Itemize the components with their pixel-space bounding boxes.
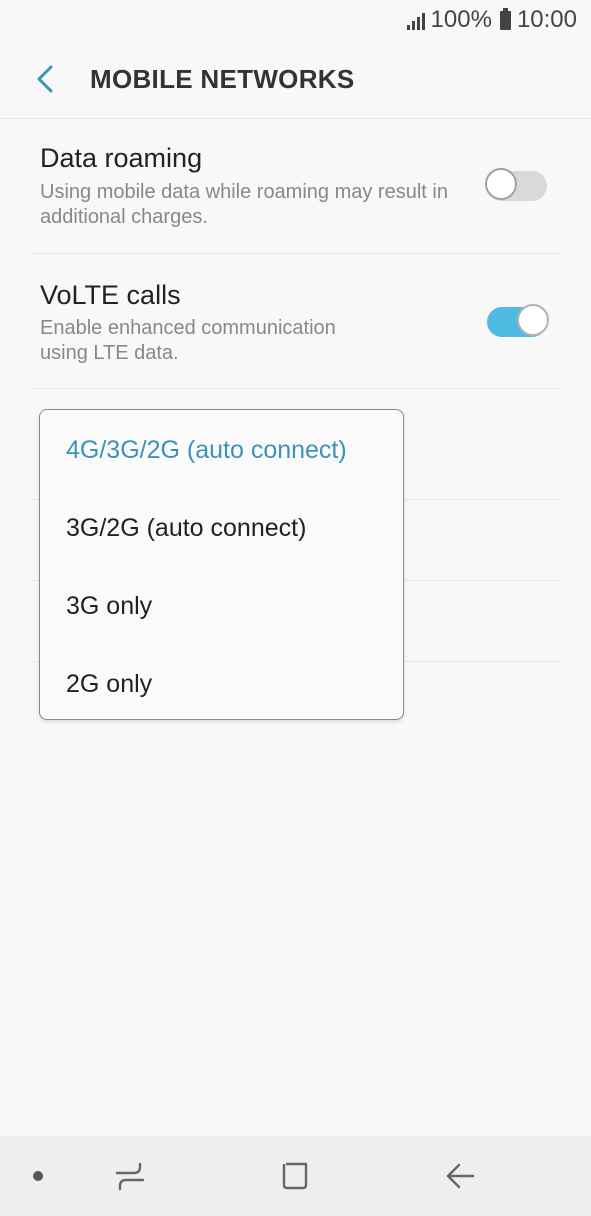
volte-calls-title: VoLTE calls bbox=[40, 280, 181, 310]
clock: 10:00 bbox=[516, 6, 577, 33]
nav-home-button[interactable] bbox=[266, 1136, 326, 1216]
app-bar: MOBILE NETWORKS bbox=[0, 40, 591, 119]
navigation-bar bbox=[0, 1136, 591, 1216]
data-roaming-toggle[interactable] bbox=[485, 168, 547, 201]
battery-icon bbox=[499, 7, 511, 30]
network-mode-dropdown: 4G/3G/2G (auto connect) 3G/2G (auto conn… bbox=[39, 409, 404, 720]
nav-back-button[interactable] bbox=[430, 1136, 490, 1216]
toggle-knob bbox=[485, 168, 517, 200]
nav-dot-button[interactable] bbox=[18, 1136, 58, 1216]
dot-icon bbox=[33, 1171, 43, 1181]
network-mode-option[interactable]: 4G/3G/2G (auto connect) bbox=[66, 436, 347, 465]
back-button[interactable] bbox=[0, 40, 90, 118]
data-roaming-description: Using mobile data while roaming may resu… bbox=[40, 181, 448, 228]
mobile-networks-screen: 100% 10:00 MOBILE NETWORKS Data roaming … bbox=[0, 0, 591, 1216]
recents-icon bbox=[115, 1162, 145, 1191]
back-icon bbox=[446, 1163, 475, 1189]
battery-percent: 100% bbox=[430, 6, 492, 33]
nav-recents-button[interactable] bbox=[100, 1136, 160, 1216]
network-mode-option[interactable]: 3G only bbox=[66, 592, 152, 621]
network-mode-option[interactable]: 2G only bbox=[66, 670, 152, 699]
network-mode-option[interactable]: 3G/2G (auto connect) bbox=[66, 514, 306, 543]
volte-calls-setting[interactable]: VoLTE calls Enable enhanced communicatio… bbox=[30, 254, 561, 389]
status-bar: 100% 10:00 bbox=[0, 0, 591, 40]
page-title: MOBILE NETWORKS bbox=[90, 63, 355, 94]
signal-icon bbox=[405, 10, 425, 30]
data-roaming-setting[interactable]: Data roaming Using mobile data while roa… bbox=[30, 119, 561, 254]
chevron-left-icon bbox=[37, 65, 53, 93]
data-roaming-title: Data roaming bbox=[40, 143, 203, 173]
toggle-knob bbox=[517, 304, 549, 336]
home-icon bbox=[282, 1162, 308, 1190]
volte-calls-description: Enable enhanced communication using LTE … bbox=[40, 317, 336, 364]
volte-calls-toggle[interactable] bbox=[487, 304, 549, 337]
